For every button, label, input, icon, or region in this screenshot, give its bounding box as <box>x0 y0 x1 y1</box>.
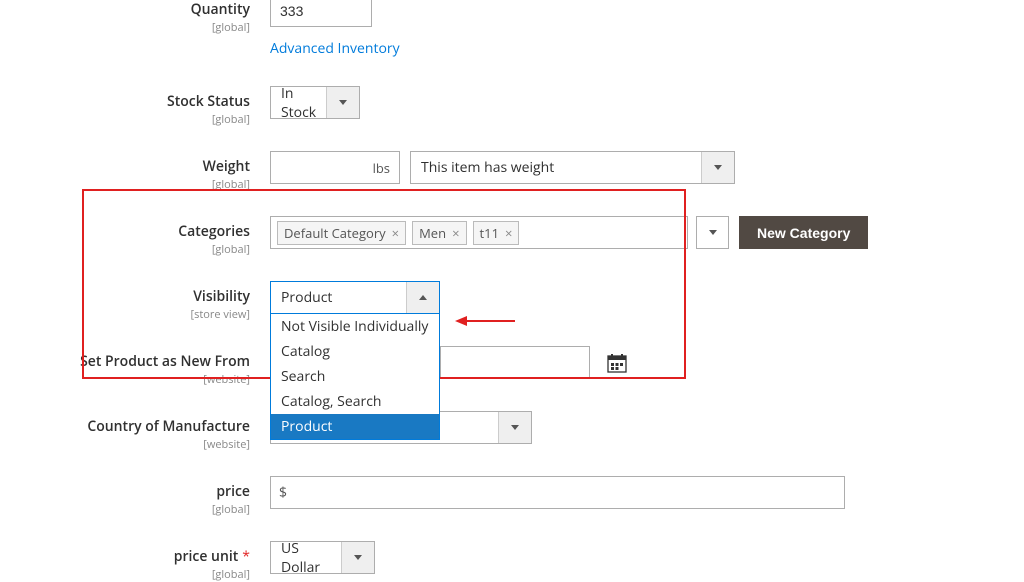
stock-label: Stock Status <box>167 92 250 111</box>
calendar-button[interactable] <box>600 346 633 379</box>
price-unit-toggle[interactable] <box>341 542 374 573</box>
stock-status-value: In Stock <box>271 87 326 118</box>
categories-scope: [global] <box>0 242 250 257</box>
newfrom-date-input[interactable] <box>440 346 590 379</box>
stock-status-toggle[interactable] <box>326 87 359 118</box>
visibility-option[interactable]: Catalog <box>271 339 439 364</box>
chip-remove-icon[interactable]: × <box>452 224 459 242</box>
categories-toggle[interactable] <box>696 216 729 249</box>
price-currency: $ <box>279 483 287 502</box>
country-scope: [website] <box>0 437 250 452</box>
visibility-option[interactable]: Catalog, Search <box>271 389 439 414</box>
category-chip: Men× <box>412 221 466 245</box>
quantity-label: Quantity <box>191 0 250 19</box>
visibility-option[interactable]: Search <box>271 364 439 389</box>
visibility-toggle[interactable] <box>406 282 439 313</box>
chevron-down-icon <box>709 230 717 235</box>
category-chip: Default Category× <box>277 221 406 245</box>
visibility-value: Product <box>271 282 406 313</box>
price-unit-scope: [global] <box>0 567 250 582</box>
category-chip: t11× <box>473 221 520 245</box>
visibility-select[interactable]: Product <box>270 281 440 314</box>
chevron-up-icon <box>419 295 427 300</box>
new-category-button[interactable]: New Category <box>739 216 868 249</box>
price-unit-select[interactable]: US Dollar <box>270 541 375 574</box>
chip-remove-icon[interactable]: × <box>505 224 512 242</box>
stock-scope: [global] <box>0 112 250 127</box>
visibility-option[interactable]: Not Visible Individually <box>271 314 439 339</box>
chevron-down-icon <box>714 165 722 170</box>
visibility-dropdown: Not Visible Individually Catalog Search … <box>270 314 440 440</box>
chip-remove-icon[interactable]: × <box>392 224 399 242</box>
weight-option-value: This item has weight <box>411 152 701 183</box>
price-unit-value: US Dollar <box>271 542 341 573</box>
price-label: price <box>216 482 250 501</box>
weight-label: Weight <box>203 157 250 176</box>
visibility-scope: [store view] <box>0 307 250 322</box>
country-toggle[interactable] <box>498 412 531 443</box>
calendar-icon <box>606 353 628 373</box>
visibility-option-selected[interactable]: Product <box>271 414 439 439</box>
chevron-down-icon <box>354 555 362 560</box>
categories-multiselect[interactable]: Default Category× Men× t11× <box>270 216 688 249</box>
visibility-label: Visibility <box>193 287 250 306</box>
newfrom-scope: [website] <box>0 372 250 387</box>
weight-option-select[interactable]: This item has weight <box>410 151 735 184</box>
newfrom-label: Set Product as New From <box>80 352 250 371</box>
categories-label: Categories <box>178 222 250 241</box>
weight-scope: [global] <box>0 177 250 192</box>
price-unit-label: price unit <box>174 547 250 566</box>
quantity-input[interactable] <box>270 0 372 27</box>
chevron-down-icon <box>511 425 519 430</box>
quantity-scope: [global] <box>0 20 250 35</box>
stock-status-select[interactable]: In Stock <box>270 86 360 119</box>
advanced-inventory-link[interactable]: Advanced Inventory <box>270 39 400 58</box>
price-input[interactable]: $ <box>270 476 845 509</box>
weight-option-toggle[interactable] <box>701 152 734 183</box>
country-label: Country of Manufacture <box>87 417 250 436</box>
weight-input[interactable] <box>270 151 400 184</box>
chevron-down-icon <box>339 100 347 105</box>
